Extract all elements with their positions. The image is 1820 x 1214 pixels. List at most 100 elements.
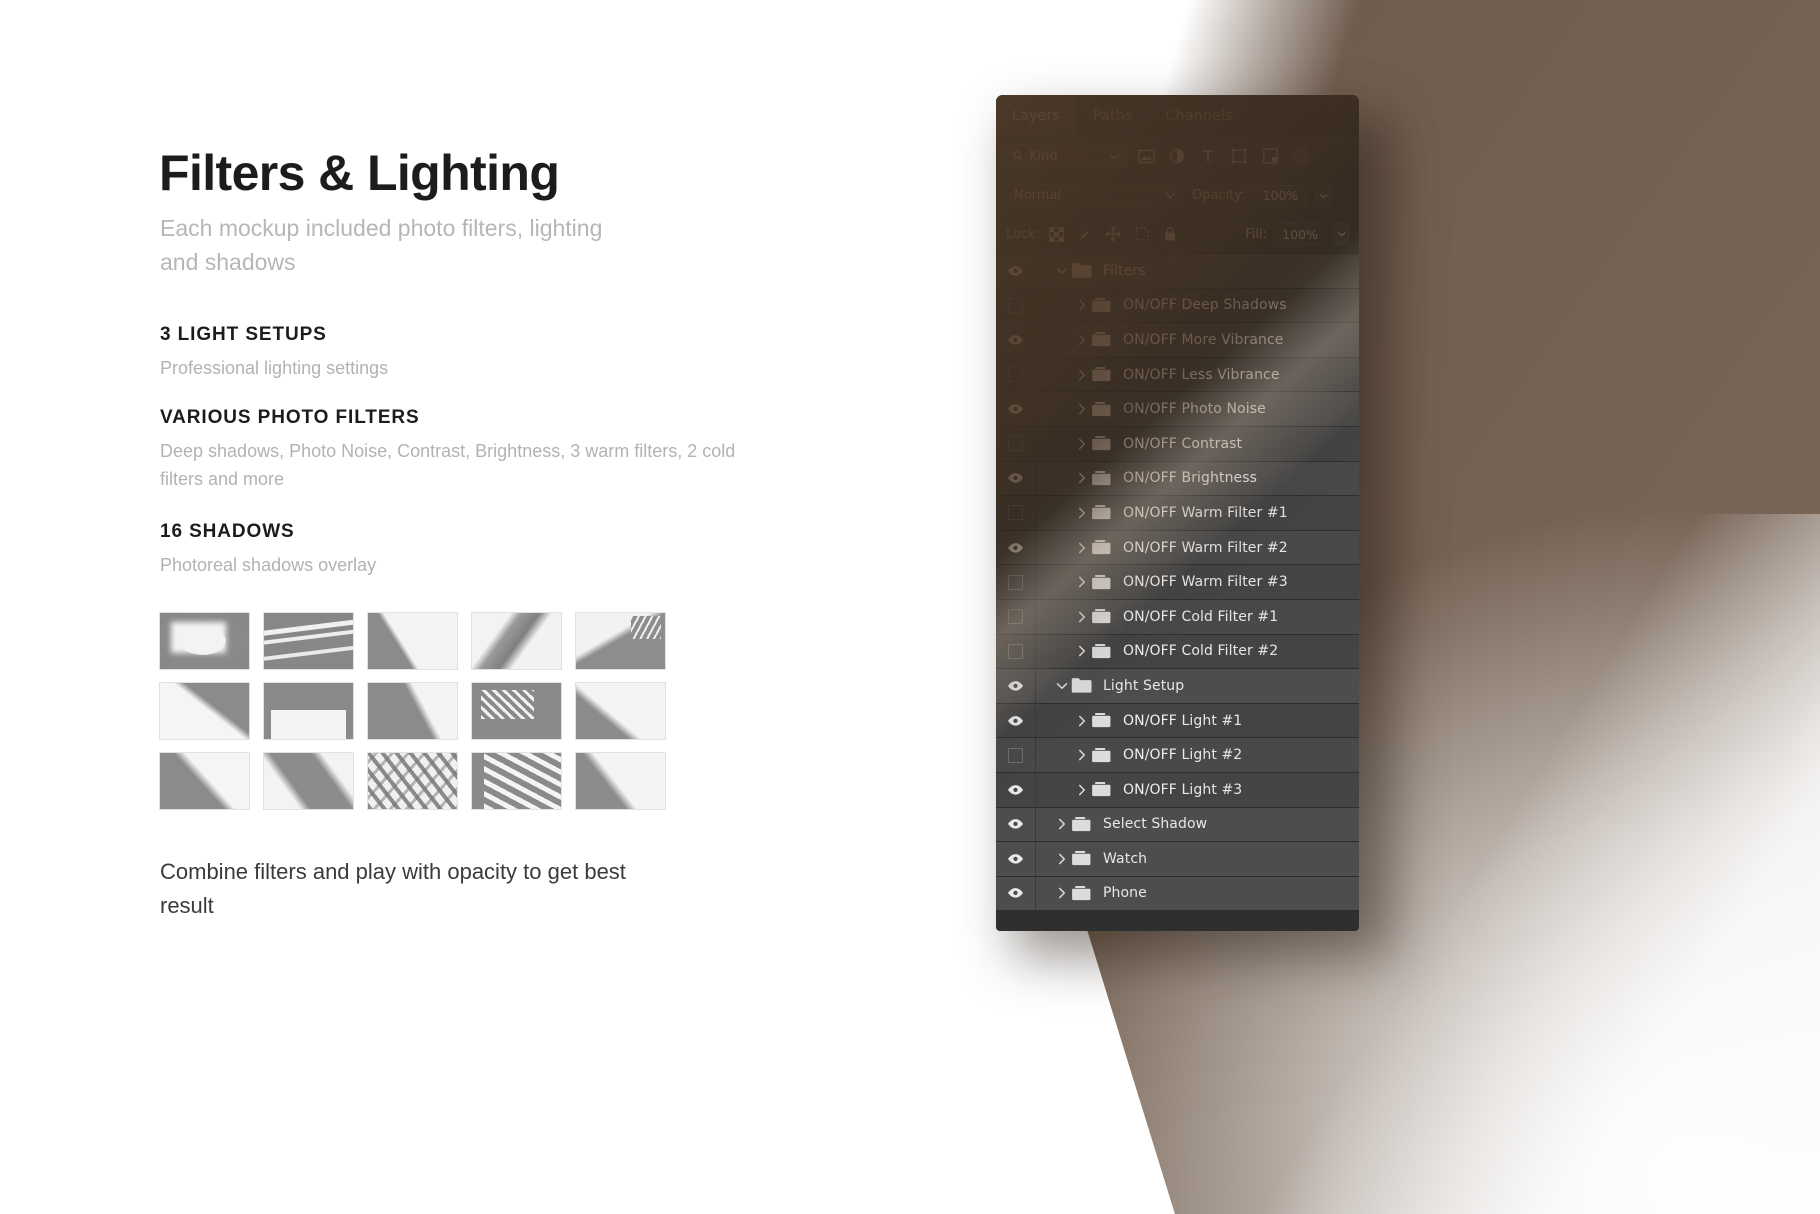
tab-paths[interactable]: Paths: [1076, 95, 1150, 136]
chevron-right-icon[interactable]: [1074, 784, 1089, 796]
shadow-thumbnail[interactable]: [575, 612, 666, 670]
layer-row[interactable]: ON/OFF Warm Filter #1: [996, 496, 1359, 531]
layer-visibility-checkbox[interactable]: [996, 599, 1036, 634]
shape-layer-icon[interactable]: [1227, 145, 1251, 168]
layer-visibility-checkbox[interactable]: [996, 738, 1036, 772]
chevron-right-icon[interactable]: [1074, 542, 1089, 554]
opacity-stepper-icon[interactable]: [1315, 184, 1332, 207]
layer-name: ON/OFF Light #2: [1123, 747, 1243, 764]
layer-row[interactable]: ON/OFF Warm Filter #3: [996, 565, 1359, 600]
layer-row[interactable]: ON/OFF More Vibrance: [996, 323, 1359, 358]
adjustment-layer-icon[interactable]: [1165, 145, 1189, 168]
chevron-right-icon[interactable]: [1074, 299, 1089, 311]
chevron-right-icon[interactable]: [1074, 438, 1089, 450]
layer-row[interactable]: Light Setup: [996, 669, 1359, 704]
chevron-right-icon[interactable]: [1074, 715, 1089, 727]
fill-input[interactable]: 100%: [1273, 223, 1327, 245]
layer-visibility-eye-icon[interactable]: [996, 530, 1036, 565]
shadow-thumbnail[interactable]: [367, 752, 458, 810]
layer-row[interactable]: Phone: [996, 876, 1359, 912]
lock-transparency-icon[interactable]: [1049, 226, 1064, 242]
lock-artboard-icon[interactable]: [1134, 226, 1150, 242]
chevron-right-icon[interactable]: [1054, 818, 1069, 830]
chevron-right-icon[interactable]: [1074, 403, 1089, 415]
layer-visibility-eye-icon[interactable]: [996, 254, 1036, 288]
lock-all-icon[interactable]: [1163, 226, 1177, 242]
poster-canvas: Filters & Lighting Each mockup included …: [0, 0, 1820, 1214]
layer-row[interactable]: ON/OFF Contrast: [996, 426, 1359, 462]
chevron-right-icon[interactable]: [1074, 507, 1089, 519]
blend-mode-select[interactable]: Normal: [1006, 184, 1184, 207]
layer-visibility-eye-icon[interactable]: [996, 323, 1036, 357]
layer-row[interactable]: ON/OFF Cold Filter #2: [996, 634, 1359, 670]
shadow-thumbnail[interactable]: [575, 752, 666, 810]
pixel-layer-icon[interactable]: [1134, 145, 1158, 168]
shadow-thumbnail[interactable]: [471, 752, 562, 810]
layer-row[interactable]: ON/OFF Light #1: [996, 703, 1359, 739]
shadow-thumbnail[interactable]: [159, 752, 250, 810]
chevron-right-icon[interactable]: [1074, 472, 1089, 484]
layer-visibility-checkbox[interactable]: [996, 357, 1036, 392]
chevron-right-icon[interactable]: [1074, 369, 1089, 381]
layer-visibility-eye-icon[interactable]: [996, 842, 1036, 876]
layer-row[interactable]: ON/OFF Brightness: [996, 461, 1359, 497]
layer-visibility-eye-icon[interactable]: [996, 461, 1036, 496]
layer-name: ON/OFF More Vibrance: [1123, 331, 1284, 348]
shadow-thumbnail[interactable]: [471, 682, 562, 740]
chevron-right-icon[interactable]: [1054, 853, 1069, 865]
layer-row[interactable]: Select Shadow: [996, 807, 1359, 843]
filter-kind-select[interactable]: Kind: [1005, 144, 1127, 168]
layer-visibility-checkbox[interactable]: [996, 565, 1036, 599]
shadow-thumbnail[interactable]: [263, 612, 354, 670]
layer-row[interactable]: Filters: [996, 254, 1359, 289]
layer-row[interactable]: ON/OFF Cold Filter #1: [996, 599, 1359, 635]
chevron-down-icon[interactable]: [1054, 682, 1069, 690]
layer-visibility-eye-icon[interactable]: [996, 669, 1036, 703]
tab-channels[interactable]: Channels: [1149, 95, 1250, 136]
layer-visibility-eye-icon[interactable]: [996, 392, 1036, 426]
shadow-thumbnail[interactable]: [471, 612, 562, 670]
search-icon: [1012, 150, 1024, 162]
layer-row[interactable]: ON/OFF Warm Filter #2: [996, 530, 1359, 566]
shadow-thumbnail[interactable]: [263, 752, 354, 810]
chevron-right-icon[interactable]: [1074, 611, 1089, 623]
layer-name: Light Setup: [1103, 677, 1185, 694]
layer-visibility-eye-icon[interactable]: [996, 876, 1036, 911]
layer-row[interactable]: ON/OFF Light #3: [996, 772, 1359, 808]
shadow-thumbnail[interactable]: [159, 612, 250, 670]
chevron-right-icon[interactable]: [1074, 334, 1089, 346]
shadow-thumbnail[interactable]: [367, 682, 458, 740]
chevron-right-icon[interactable]: [1054, 887, 1069, 899]
layer-visibility-checkbox[interactable]: [996, 496, 1036, 530]
opacity-input[interactable]: 100%: [1253, 184, 1308, 207]
lock-position-icon[interactable]: [1105, 226, 1121, 242]
layer-row[interactable]: ON/OFF Less Vibrance: [996, 357, 1359, 393]
layer-visibility-checkbox[interactable]: [996, 426, 1036, 461]
shadow-thumbnail[interactable]: [575, 682, 666, 740]
chevron-right-icon[interactable]: [1074, 576, 1089, 588]
layer-row[interactable]: Watch: [996, 842, 1359, 877]
layer-row[interactable]: ON/OFF Deep Shadows: [996, 288, 1359, 324]
layer-row[interactable]: ON/OFF Photo Noise: [996, 392, 1359, 427]
shadow-thumbnail[interactable]: [159, 682, 250, 740]
layer-visibility-checkbox[interactable]: [996, 634, 1036, 669]
shadow-thumbnail[interactable]: [263, 682, 354, 740]
tab-layers[interactable]: Layers: [996, 95, 1077, 136]
shadow-thumbnail[interactable]: [367, 612, 458, 670]
layer-visibility-eye-icon[interactable]: [996, 807, 1036, 842]
smart-object-icon[interactable]: [1258, 145, 1282, 168]
filter-toggle-icon[interactable]: [1293, 147, 1311, 165]
chevron-right-icon[interactable]: [1074, 645, 1089, 657]
photoshop-layers-panel: Layers Paths Channels Kind Normal Opacit…: [996, 95, 1359, 931]
type-layer-icon[interactable]: [1196, 145, 1220, 168]
layer-row[interactable]: ON/OFF Light #2: [996, 738, 1359, 773]
folder-icon: [1069, 885, 1095, 902]
fill-stepper-icon[interactable]: [1333, 223, 1349, 245]
lock-image-icon[interactable]: [1077, 227, 1092, 242]
layer-name: ON/OFF Less Vibrance: [1123, 366, 1280, 383]
chevron-down-icon[interactable]: [1054, 267, 1069, 275]
layer-visibility-eye-icon[interactable]: [996, 703, 1036, 738]
layer-visibility-eye-icon[interactable]: [996, 772, 1036, 807]
layer-visibility-checkbox[interactable]: [996, 288, 1036, 323]
chevron-right-icon[interactable]: [1074, 749, 1089, 761]
